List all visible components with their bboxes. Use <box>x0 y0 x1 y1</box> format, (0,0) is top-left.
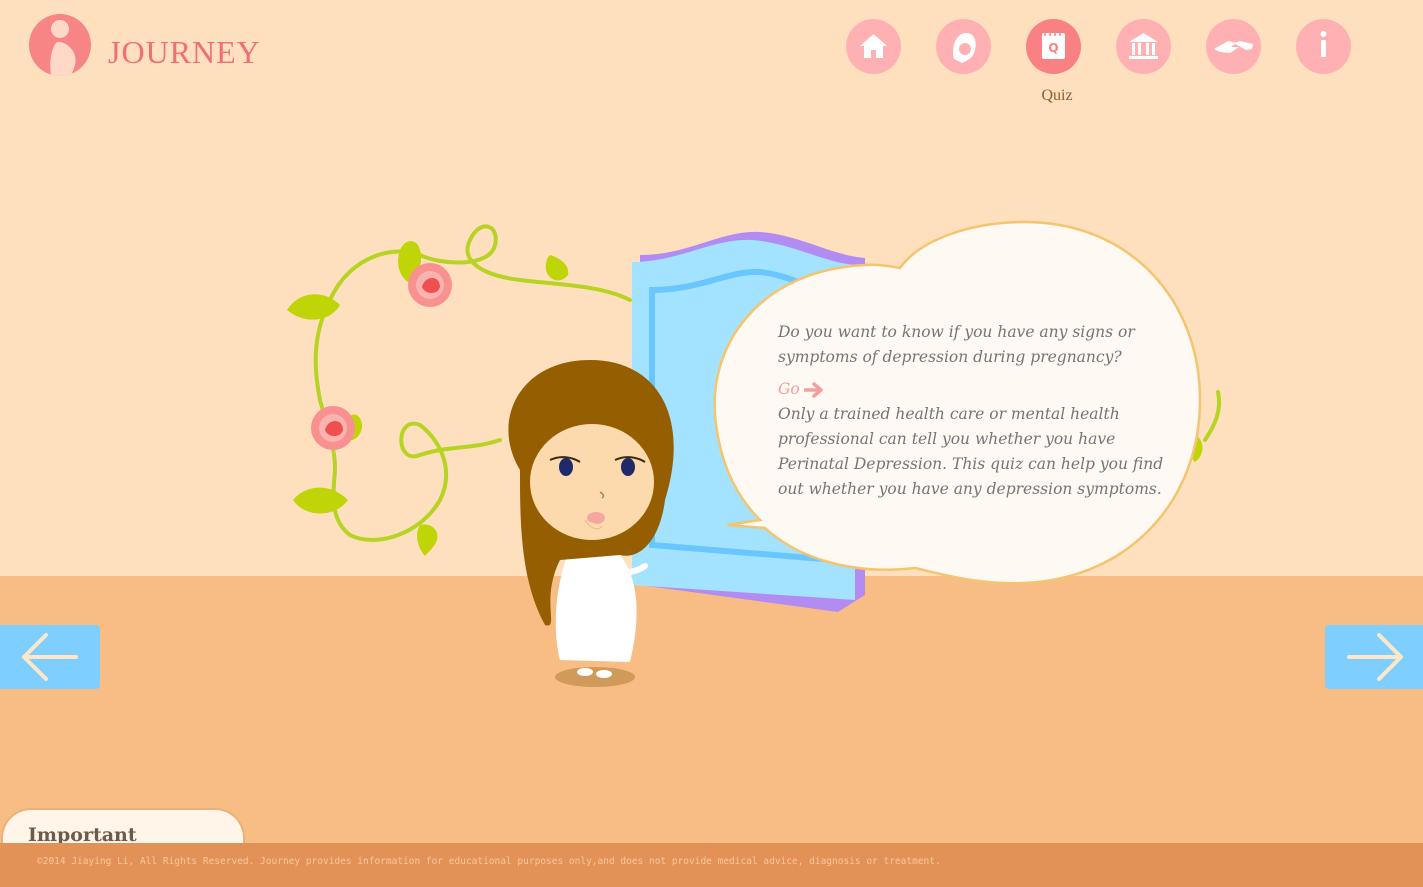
footer-text: ©2014 Jiaying Li, All Rights Reserved. J… <box>37 856 941 867</box>
speech-bubble-content: Do you want to know if you have any sign… <box>778 320 1168 502</box>
previous-page-button[interactable] <box>0 625 100 689</box>
go-label: Go <box>778 380 800 398</box>
scene-illustration <box>287 220 1222 687</box>
go-link[interactable]: Go <box>778 377 826 402</box>
pregnant-woman-character <box>508 360 674 687</box>
arrow-right-icon <box>803 381 823 398</box>
next-page-button[interactable] <box>1325 625 1423 689</box>
footer: ©2014 Jiaying Li, All Rights Reserved. J… <box>0 843 1423 887</box>
quiz-question: Do you want to know if you have any sign… <box>778 323 1135 366</box>
arrow-right-icon <box>1347 633 1403 681</box>
quiz-disclaimer: Only a trained health care or mental hea… <box>778 405 1164 498</box>
arrow-left-icon <box>22 633 78 681</box>
